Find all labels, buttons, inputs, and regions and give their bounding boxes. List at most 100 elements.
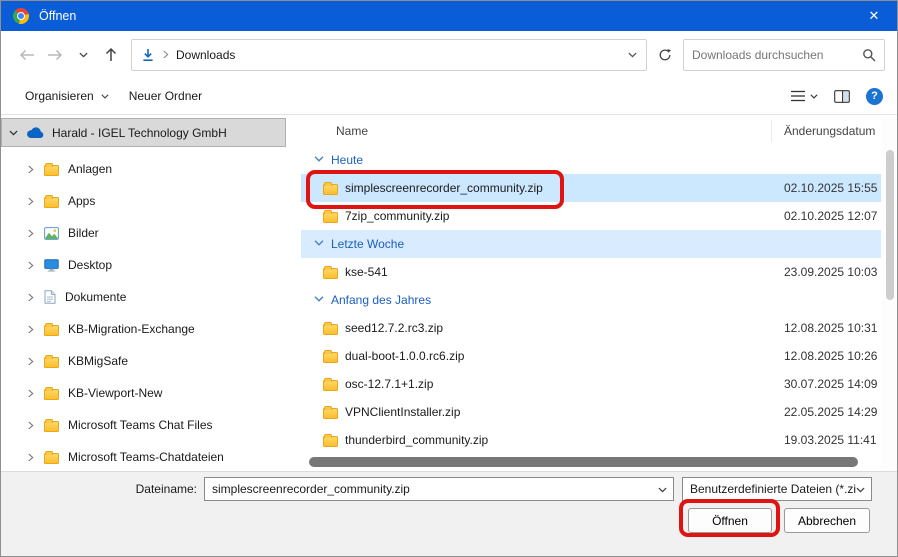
file-row[interactable]: kse-541 23.09.2025 10:03: [301, 258, 881, 286]
zip-folder-icon: [323, 184, 338, 195]
chevron-down-icon: [9, 130, 18, 136]
file-row[interactable]: osc-12.7.1+1.zip 30.07.2025 14:09: [301, 370, 881, 398]
search-input[interactable]: [692, 48, 862, 62]
file-row-selected[interactable]: simplescreenrecorder_community.zip 02.10…: [301, 174, 881, 202]
breadcrumb-chevron-icon: [162, 50, 169, 59]
back-button[interactable]: [13, 41, 41, 69]
command-toolbar: Organisieren Neuer Ordner ?: [1, 78, 897, 115]
sidebar-root-label: Harald - IGEL Technology GmbH: [52, 126, 227, 140]
search-box: [683, 39, 885, 71]
chevron-down-icon[interactable]: [658, 487, 667, 493]
chevron-right-icon: [27, 453, 35, 462]
sidebar-item-dokumente[interactable]: Dokumente: [1, 281, 301, 313]
file-row[interactable]: VPNClientInstaller.zip 22.05.2025 14:29: [301, 398, 881, 426]
search-icon: [862, 48, 876, 62]
folder-icon: [44, 197, 59, 208]
chevron-right-icon: [27, 325, 35, 334]
sidebar-item-kb-viewport-new[interactable]: KB-Viewport-New: [1, 377, 301, 409]
pictures-icon: [44, 227, 59, 240]
sidebar-item-bilder[interactable]: Bilder: [1, 217, 301, 249]
zip-folder-icon: [323, 380, 338, 391]
sidebar-item-teams-chatdateien[interactable]: Microsoft Teams-Chatdateien: [1, 441, 301, 471]
column-header-name[interactable]: Name: [336, 124, 368, 138]
chevron-right-icon: [27, 421, 35, 430]
folder-icon: [323, 268, 338, 279]
sidebar-item-onedrive-root[interactable]: Harald - IGEL Technology GmbH: [1, 118, 286, 147]
file-date: 30.07.2025 14:09: [784, 377, 877, 391]
cancel-button[interactable]: Abbrechen: [784, 508, 870, 533]
chevron-right-icon: [27, 293, 35, 302]
navigation-sidebar: Harald - IGEL Technology GmbH Anlagen Ap…: [1, 116, 301, 471]
sidebar-item-kb-migration-exchange[interactable]: KB-Migration-Exchange: [1, 313, 301, 345]
help-icon[interactable]: ?: [866, 88, 883, 105]
onedrive-cloud-icon: [26, 127, 44, 139]
desktop-icon: [44, 259, 59, 272]
folder-icon: [44, 325, 59, 336]
file-row[interactable]: seed12.7.2.rc3.zip 12.08.2025 10:31: [301, 314, 881, 342]
main-area: Harald - IGEL Technology GmbH Anlagen Ap…: [1, 116, 898, 471]
close-button[interactable]: ✕: [851, 1, 897, 31]
chevron-down-icon: [810, 94, 818, 99]
preview-pane-button[interactable]: [834, 90, 850, 103]
refresh-button[interactable]: [650, 40, 680, 70]
new-folder-label: Neuer Ordner: [129, 89, 202, 103]
sidebar-item-teams-chat-files[interactable]: Microsoft Teams Chat Files: [1, 409, 301, 441]
open-button[interactable]: Öffnen: [688, 508, 772, 533]
file-row[interactable]: thunderbird_community.zip 19.03.2025 11:…: [301, 426, 881, 454]
titlebar: Öffnen ✕: [1, 1, 897, 31]
up-button[interactable]: [97, 41, 125, 69]
chevron-right-icon: [27, 197, 35, 206]
file-date: 02.10.2025 12:07: [784, 209, 877, 223]
recent-locations-chevron-icon[interactable]: [69, 41, 97, 69]
new-folder-button[interactable]: Neuer Ordner: [119, 84, 212, 108]
address-bar[interactable]: Downloads: [131, 39, 647, 71]
group-label: Anfang des Jahres: [331, 293, 431, 307]
folder-icon: [44, 389, 59, 400]
filename-combobox: [204, 477, 674, 501]
downloads-icon: [141, 48, 155, 62]
chevron-down-icon: [101, 94, 109, 99]
file-row[interactable]: dual-boot-1.0.0.rc6.zip 12.08.2025 10:26: [301, 342, 881, 370]
group-label: Letzte Woche: [331, 237, 404, 251]
filetype-dropdown[interactable]: Benutzerdefinierte Dateien (*.zi: [682, 477, 872, 501]
organize-label: Organisieren: [25, 89, 94, 103]
folder-icon: [44, 421, 59, 432]
view-mode-button[interactable]: [790, 90, 818, 102]
address-dropdown-chevron-icon[interactable]: [628, 52, 637, 58]
file-name: VPNClientInstaller.zip: [345, 405, 460, 419]
folder-icon: [44, 453, 59, 464]
file-date: 23.09.2025 10:03: [784, 265, 877, 279]
sidebar-item-anlagen[interactable]: Anlagen: [1, 153, 301, 185]
filename-input[interactable]: [212, 482, 651, 496]
group-header-letzte-woche[interactable]: Letzte Woche: [301, 230, 881, 258]
vertical-scrollbar[interactable]: [881, 116, 898, 471]
horizontal-scrollbar-thumb[interactable]: [309, 457, 858, 467]
file-date: 22.05.2025 14:29: [784, 405, 877, 419]
file-name: seed12.7.2.rc3.zip: [345, 321, 443, 335]
group-label: Heute: [331, 153, 363, 167]
group-header-heute[interactable]: Heute: [301, 146, 881, 174]
zip-folder-icon: [323, 436, 338, 447]
file-row[interactable]: 7zip_community.zip 02.10.2025 12:07: [301, 202, 881, 230]
sidebar-item-kbmigsafe[interactable]: KBMigSafe: [1, 345, 301, 377]
horizontal-scrollbar[interactable]: [309, 457, 875, 468]
vertical-scrollbar-thumb[interactable]: [886, 150, 894, 300]
chevron-down-icon: [314, 240, 324, 246]
preview-pane-icon: [834, 90, 850, 103]
sidebar-item-apps[interactable]: Apps: [1, 185, 301, 217]
window-title: Öffnen: [39, 9, 76, 23]
chevron-right-icon: [27, 229, 35, 238]
group-header-anfang-des-jahres[interactable]: Anfang des Jahres: [301, 286, 881, 314]
file-date: 02.10.2025 15:55: [784, 181, 877, 195]
forward-button[interactable]: [41, 41, 69, 69]
column-header-date[interactable]: Änderungsdatum: [784, 124, 875, 138]
file-date: 12.08.2025 10:31: [784, 321, 877, 335]
sidebar-item-desktop[interactable]: Desktop: [1, 249, 301, 281]
chevron-right-icon: [27, 261, 35, 270]
filename-label: Dateiname:: [1, 482, 197, 496]
zip-folder-icon: [323, 212, 338, 223]
open-file-dialog: Öffnen ✕ Downloads Organisieren Neuer Or…: [0, 0, 898, 557]
dialog-footer: Dateiname: Benutzerdefinierte Dateien (*…: [1, 471, 898, 557]
organize-button[interactable]: Organisieren: [15, 84, 119, 108]
file-date: 19.03.2025 11:41: [784, 433, 877, 447]
